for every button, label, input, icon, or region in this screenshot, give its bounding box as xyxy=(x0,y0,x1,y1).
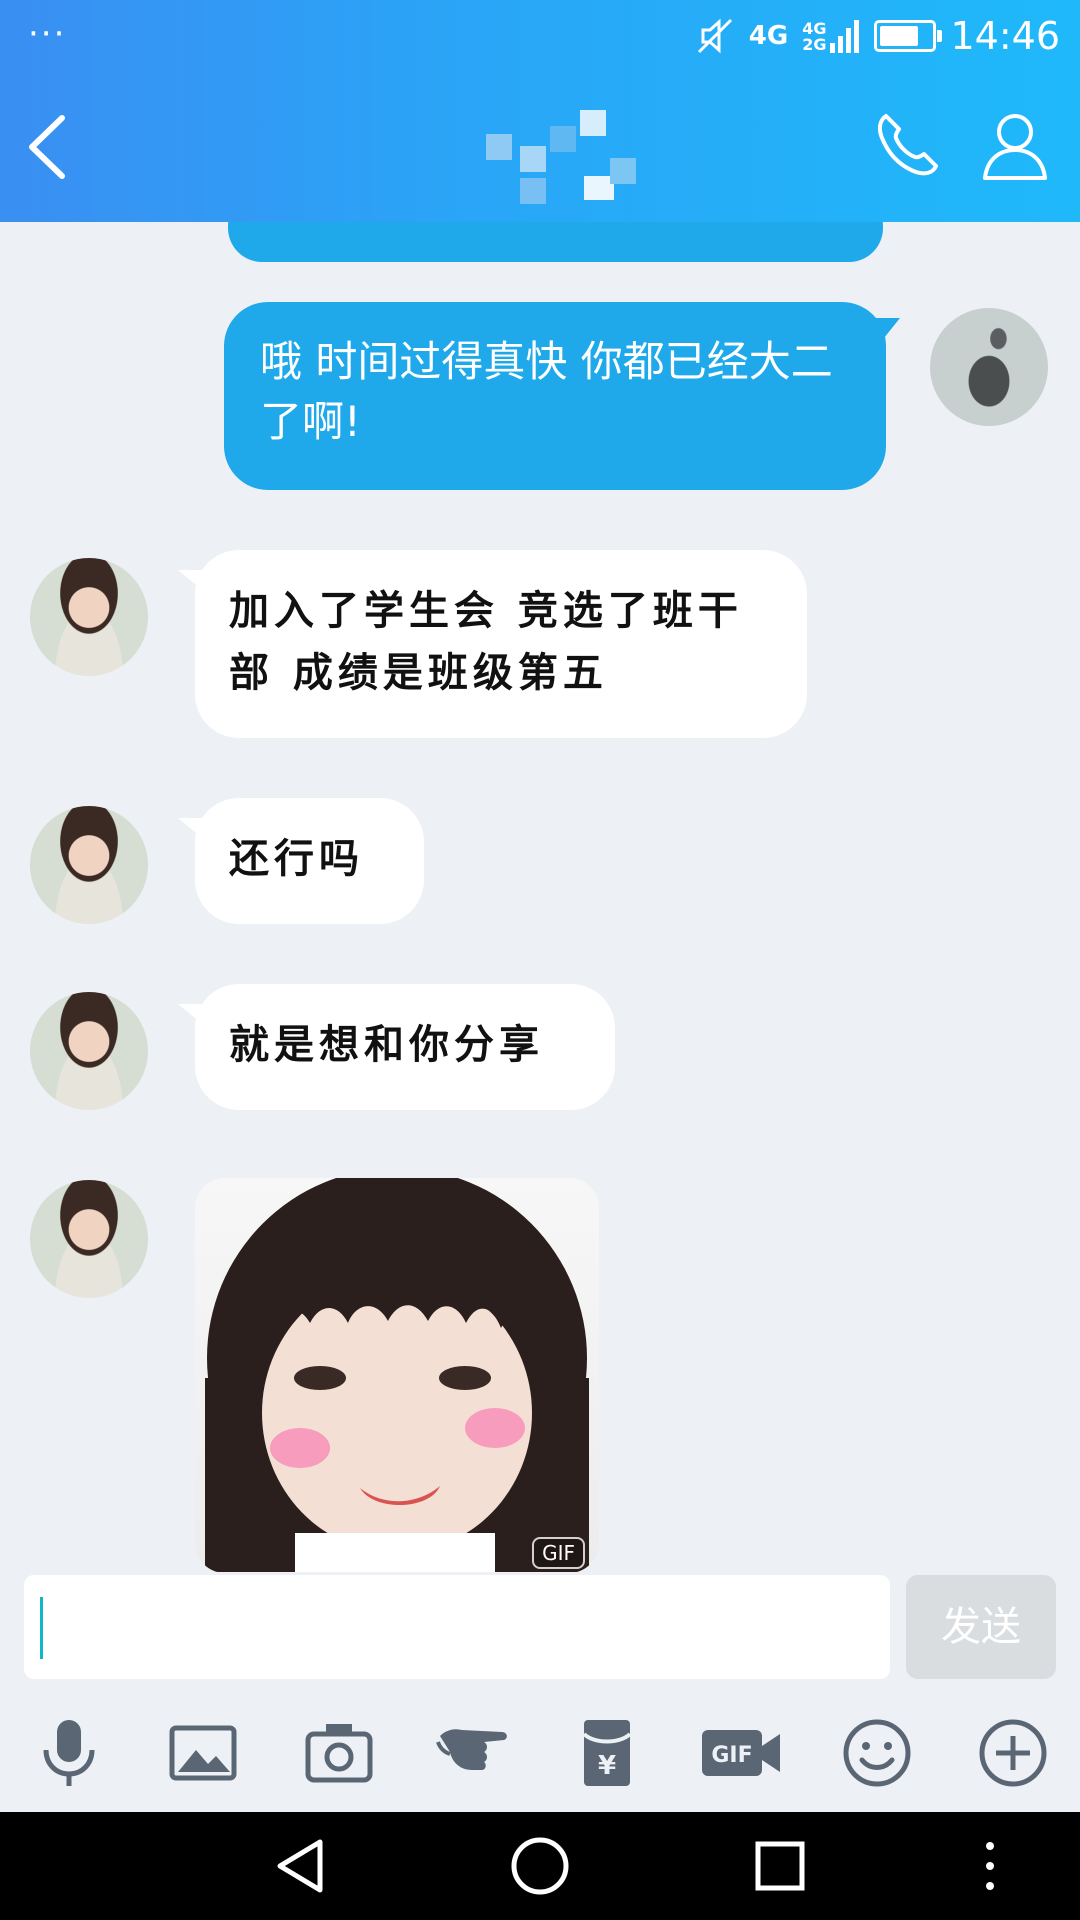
text-caret xyxy=(40,1597,43,1659)
message-bubble-incoming[interactable]: 就是想和你分享 xyxy=(195,984,615,1110)
image-icon[interactable] xyxy=(166,1716,240,1790)
status-icons: 4G 4G 2G 14:46 xyxy=(695,10,1060,62)
clock: 14:46 xyxy=(950,14,1060,58)
more-dots-icon[interactable] xyxy=(960,1836,1020,1896)
red-packet-icon[interactable]: ¥ xyxy=(570,1716,644,1790)
input-bar: 发送 xyxy=(0,1572,1080,1690)
status-bar: ··· 4G 4G 2G 14:46 xyxy=(0,0,1080,72)
microphone-icon[interactable] xyxy=(32,1716,106,1790)
message-bubble-incoming[interactable]: 加入了学生会 竞选了班干部 成绩是班级第五 xyxy=(195,550,807,738)
message-bubble-outgoing[interactable]: 哦 时间过得真快 你都已经大二了啊! xyxy=(224,302,886,490)
girl-avatar[interactable] xyxy=(30,1180,148,1298)
message-bubble-incoming[interactable]: 还行吗 xyxy=(195,798,424,924)
message-text: 加入了学生会 竞选了班干部 成绩是班级第五 xyxy=(229,588,743,696)
poke-hand-icon[interactable] xyxy=(436,1716,510,1790)
chat-area[interactable]: 哦 时间过得真快 你都已经大二了啊! 加入了学生会 竞选了班干部 成绩是班级第五… xyxy=(0,222,1080,1572)
rabbit-avatar[interactable] xyxy=(930,308,1048,426)
message-text: 还行吗 xyxy=(229,836,364,882)
input-toolbar: ¥ GIF xyxy=(0,1690,1080,1812)
message-text: 就是想和你分享 xyxy=(229,1022,544,1068)
girl-avatar[interactable] xyxy=(30,558,148,676)
signal-icon: 4G 2G xyxy=(802,19,860,53)
home-circle-icon[interactable] xyxy=(510,1836,570,1896)
message-text: 哦 时间过得真快 你都已经大二了啊! xyxy=(260,337,833,446)
system-nav-bar xyxy=(0,1812,1080,1920)
chevron-left-icon[interactable] xyxy=(22,112,72,182)
gif-video-icon[interactable]: GIF xyxy=(700,1716,784,1790)
bubble-tail xyxy=(866,318,900,348)
network-secondary-bottom: 2G xyxy=(802,35,827,54)
phone-icon[interactable] xyxy=(872,108,946,182)
sticker-image xyxy=(205,1178,589,1572)
notification-dots: ··· xyxy=(28,14,67,54)
battery-icon xyxy=(874,20,943,52)
girl-avatar[interactable] xyxy=(30,806,148,924)
add-icon[interactable] xyxy=(976,1716,1050,1790)
title-bar xyxy=(0,72,1080,222)
gif-badge: GIF xyxy=(532,1537,585,1569)
person-icon[interactable] xyxy=(980,108,1050,182)
camera-icon[interactable] xyxy=(302,1716,376,1790)
emoji-icon[interactable] xyxy=(840,1716,914,1790)
previous-message-bubble xyxy=(228,222,883,262)
girl-avatar[interactable] xyxy=(30,992,148,1110)
send-button[interactable]: 发送 xyxy=(906,1575,1056,1679)
back-triangle-icon[interactable] xyxy=(272,1836,332,1896)
recents-square-icon[interactable] xyxy=(750,1836,810,1896)
network-4g-label: 4G xyxy=(748,21,789,51)
yen-label: ¥ xyxy=(598,1751,616,1781)
header: ··· 4G 4G 2G 14:46 xyxy=(0,0,1080,222)
mute-icon xyxy=(697,18,732,54)
gif-sticker[interactable]: GIF xyxy=(195,1178,599,1572)
gif-label: GIF xyxy=(711,1743,752,1768)
message-input[interactable] xyxy=(24,1575,890,1679)
